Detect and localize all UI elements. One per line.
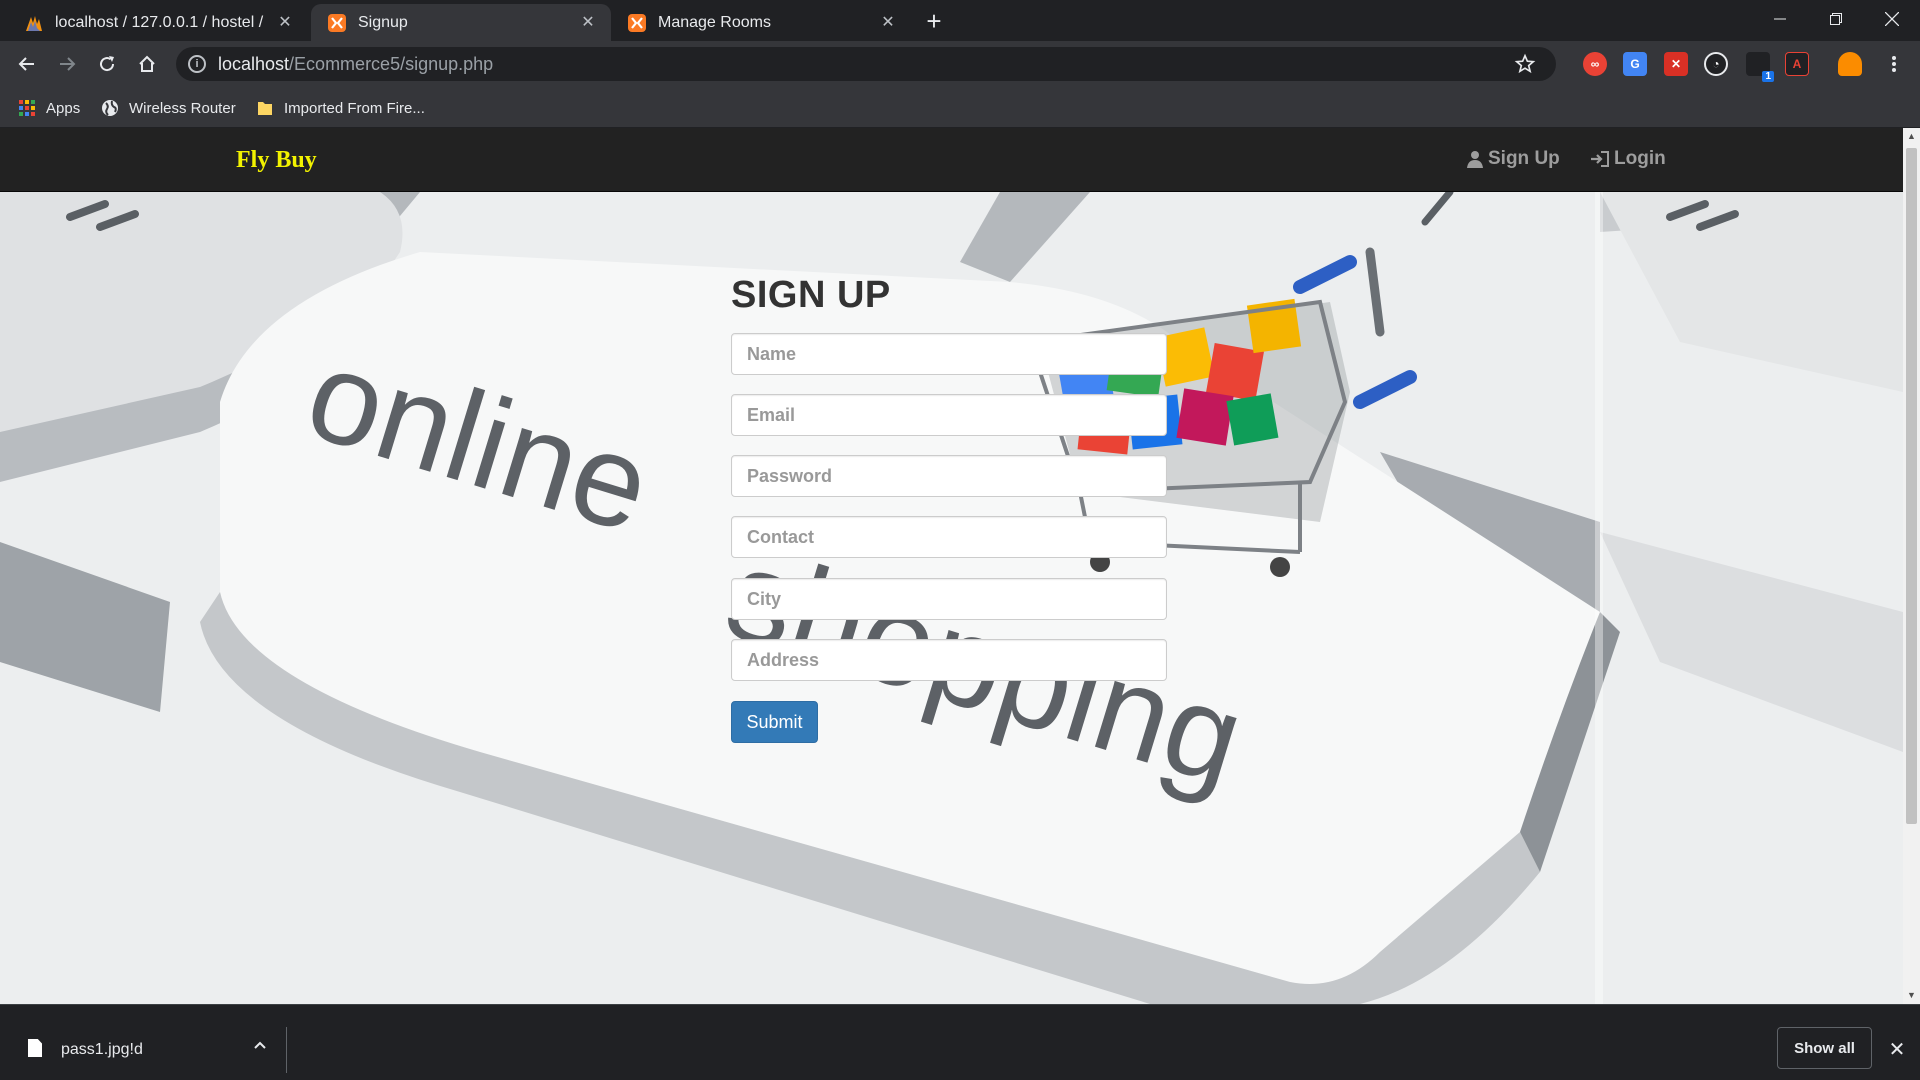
close-icon[interactable]: ✕ (579, 14, 597, 32)
browser-toolbar: i localhost/Ecommerce5/signup.php ∞ G ✕ … (0, 41, 1920, 87)
minimize-button[interactable] (1752, 0, 1808, 38)
phpmyadmin-icon (26, 15, 42, 31)
arrow-left-icon (18, 57, 34, 71)
extension-infinity-icon[interactable]: ∞ (1583, 52, 1607, 76)
close-icon (1885, 12, 1899, 26)
user-icon (1467, 151, 1483, 168)
close-icon[interactable]: ✕ (276, 14, 294, 32)
bookmark-label: Apps (46, 99, 81, 117)
home-button[interactable] (132, 49, 162, 79)
extension-badge: 1 (1762, 71, 1774, 82)
xampp-icon (328, 13, 346, 32)
bookmark-star-icon[interactable] (1514, 53, 1536, 75)
folder-icon (258, 102, 272, 115)
close-icon[interactable]: ✕ (1886, 1039, 1908, 1061)
reload-button[interactable] (92, 49, 122, 79)
extension-close-icon[interactable]: ✕ (1664, 52, 1688, 76)
download-item[interactable]: pass1.jpg!d (0, 1005, 286, 1080)
download-shelf: pass1.jpg!d Show all ✕ (0, 1004, 1920, 1080)
login-icon (1591, 151, 1609, 167)
scroll-down-icon[interactable]: ▼ (1903, 987, 1920, 1004)
show-all-button[interactable]: Show all (1777, 1027, 1872, 1069)
divider (286, 1027, 287, 1073)
submit-button[interactable]: Submit (731, 701, 818, 743)
nav-login-link[interactable]: Login (1590, 148, 1666, 170)
forward-button[interactable] (52, 49, 82, 79)
new-tab-button[interactable]: + (920, 8, 948, 36)
tab-phpmyadmin[interactable]: localhost / 127.0.0.1 / hostel / ad ✕ (8, 4, 308, 41)
bookmark-imported-folder[interactable]: Imported From Fire... (256, 97, 425, 119)
password-input[interactable] (731, 455, 1167, 497)
tab-manage-rooms[interactable]: Manage Rooms ✕ (611, 4, 911, 41)
address-bar[interactable]: i localhost/Ecommerce5/signup.php (176, 47, 1556, 81)
url-path: /Ecommerce5/signup.php (289, 54, 494, 74)
arrow-right-icon (60, 57, 76, 71)
chevron-up-icon[interactable] (250, 1035, 270, 1055)
bookmark-wireless-router[interactable]: Wireless Router (101, 97, 236, 119)
nav-signup-link[interactable]: Sign Up (1466, 148, 1560, 170)
bookmark-label: Wireless Router (129, 99, 236, 117)
url-host: localhost (218, 54, 290, 74)
info-icon[interactable]: i (188, 55, 206, 73)
site-brand[interactable]: Fly Buy (236, 147, 317, 174)
address-input[interactable] (731, 639, 1167, 681)
tab-strip: localhost / 127.0.0.1 / hostel / ad ✕ Si… (0, 0, 1920, 41)
tab-signup[interactable]: Signup ✕ (311, 4, 611, 41)
minimize-icon (1774, 18, 1786, 20)
download-filename: pass1.jpg!d (61, 1041, 143, 1058)
back-button[interactable] (12, 49, 42, 79)
home-icon (139, 55, 155, 72)
tab-title: localhost / 127.0.0.1 / hostel / ad (55, 13, 268, 31)
menu-button[interactable] (1879, 49, 1909, 79)
url-text[interactable]: localhost/Ecommerce5/signup.php (218, 54, 493, 75)
extension-pdf-icon[interactable]: A (1785, 52, 1809, 76)
browser-window: localhost / 127.0.0.1 / hostel / ad ✕ Si… (0, 0, 1920, 1080)
file-icon (28, 1039, 42, 1057)
site-navbar: Fly Buy Sign Up Login (0, 128, 1903, 192)
nav-login-label: Login (1614, 148, 1666, 169)
reload-icon (100, 56, 115, 72)
name-input[interactable] (731, 333, 1167, 375)
contact-input[interactable] (731, 516, 1167, 558)
restore-button[interactable] (1808, 0, 1864, 38)
city-input[interactable] (731, 578, 1167, 620)
bookmark-apps[interactable]: Apps (18, 97, 80, 119)
scroll-up-icon[interactable]: ▲ (1903, 128, 1920, 145)
extension-gauge-icon[interactable]: ◔ (1704, 52, 1728, 76)
extension-mail-icon[interactable]: 1 (1746, 52, 1774, 82)
signup-title: SIGN UP (731, 274, 891, 316)
email-input[interactable] (731, 394, 1167, 436)
bookmark-label: Imported From Fire... (284, 99, 425, 117)
tab-title: Manage Rooms (658, 13, 771, 31)
page-viewport: online shopping Fly Buy Sign Up Login SI… (0, 128, 1903, 1004)
globe-icon (102, 100, 118, 116)
xampp-icon (628, 13, 646, 32)
restore-icon (1830, 13, 1842, 25)
extension-translate-icon[interactable]: G (1623, 52, 1647, 76)
bookmarks-bar: Apps Wireless Router Imported From Fire.… (0, 87, 1920, 128)
apps-grid-icon (19, 100, 35, 116)
scroll-thumb[interactable] (1906, 148, 1917, 824)
page-scrollbar[interactable]: ▲ ▼ (1903, 128, 1920, 1004)
close-icon[interactable]: ✕ (879, 14, 897, 32)
close-window-button[interactable] (1864, 0, 1920, 38)
extension-profile-icon[interactable] (1838, 52, 1862, 76)
tab-title: Signup (358, 13, 408, 31)
nav-signup-label: Sign Up (1488, 148, 1560, 169)
kebab-menu-icon (1892, 56, 1896, 72)
